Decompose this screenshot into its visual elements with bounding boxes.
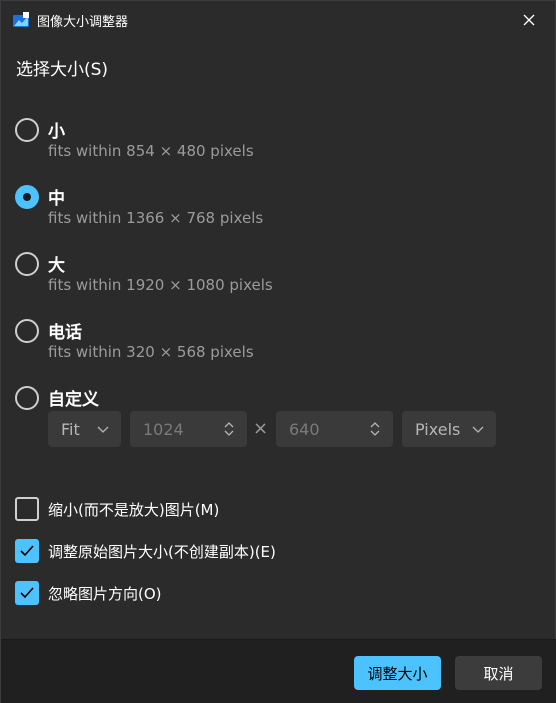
unit-dropdown[interactable]: Pixels: [402, 411, 496, 447]
checkbox-label: 忽略图片方向(O): [48, 585, 162, 603]
image-resizer-app-icon: [13, 12, 29, 28]
shrink-only-checkbox[interactable]: [15, 497, 39, 521]
radio-small[interactable]: [15, 118, 39, 142]
checkmark-icon: [20, 587, 34, 599]
section-title: 选择大小(S): [16, 60, 109, 80]
option-label: 中: [48, 189, 65, 209]
option-label: 小: [48, 122, 65, 142]
close-button[interactable]: [515, 7, 543, 33]
option-label: 自定义: [48, 390, 99, 410]
option-label: 大: [48, 256, 65, 276]
height-input[interactable]: 640: [276, 411, 393, 447]
radio-medium[interactable]: [15, 185, 39, 209]
times-symbol: ×: [253, 418, 269, 439]
checkbox-label: 缩小(而不是放大)图片(M): [48, 501, 220, 519]
cancel-button[interactable]: 取消: [455, 656, 542, 690]
width-value: 1024: [143, 419, 184, 439]
resize-original-option[interactable]: 调整原始图片大小(不创建副本)(E): [15, 538, 495, 564]
ignore-orientation-checkbox[interactable]: [15, 581, 39, 605]
up-down-spinner-icon[interactable]: [221, 421, 237, 437]
radio-large[interactable]: [15, 252, 39, 276]
size-option-small[interactable]: 小 fits within 854 × 480 pixels: [15, 115, 515, 167]
option-description: fits within 1920 × 1080 pixels: [48, 276, 273, 294]
chevron-down-icon: [470, 421, 486, 437]
width-input[interactable]: 1024: [130, 411, 247, 447]
size-option-medium[interactable]: 中 fits within 1366 × 768 pixels: [15, 182, 515, 234]
option-description: fits within 854 × 480 pixels: [48, 142, 254, 160]
option-description: fits within 1366 × 768 pixels: [48, 209, 264, 227]
shrink-only-option[interactable]: 缩小(而不是放大)图片(M): [15, 496, 495, 522]
ignore-orientation-option[interactable]: 忽略图片方向(O): [15, 580, 495, 606]
fit-mode-dropdown[interactable]: Fit: [48, 411, 121, 447]
fit-mode-value: Fit: [61, 419, 80, 439]
resize-button[interactable]: 调整大小: [354, 656, 441, 690]
radio-custom[interactable]: [15, 386, 39, 410]
dialog-footer: 调整大小 取消: [1, 639, 556, 703]
title-bar: 图像大小调整器: [1, 1, 556, 39]
radio-phone[interactable]: [15, 319, 39, 343]
resize-original-checkbox[interactable]: [15, 539, 39, 563]
checkmark-icon: [20, 545, 34, 557]
option-label: 电话: [48, 323, 82, 343]
size-option-large[interactable]: 大 fits within 1920 × 1080 pixels: [15, 249, 515, 301]
resizer-dialog: 图像大小调整器 选择大小(S) 小 fits within 854 × 480 …: [0, 0, 556, 703]
unit-value: Pixels: [415, 419, 461, 439]
chevron-down-icon: [95, 421, 111, 437]
custom-size-controls: Fit 1024 × 640 Pixels: [48, 411, 508, 447]
window-title: 图像大小调整器: [37, 15, 129, 30]
up-down-spinner-icon[interactable]: [367, 421, 383, 437]
option-description: fits within 320 × 568 pixels: [48, 343, 254, 361]
size-option-phone[interactable]: 电话 fits within 320 × 568 pixels: [15, 316, 515, 368]
checkbox-label: 调整原始图片大小(不创建副本)(E): [48, 543, 276, 561]
height-value: 640: [289, 419, 320, 439]
size-option-custom[interactable]: 自定义: [15, 383, 515, 411]
close-icon: [523, 11, 535, 30]
